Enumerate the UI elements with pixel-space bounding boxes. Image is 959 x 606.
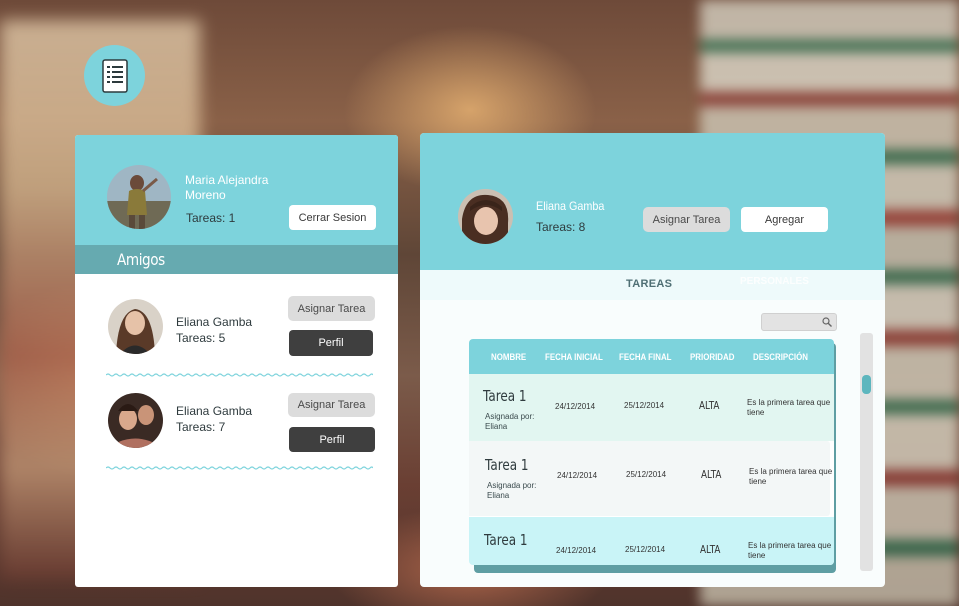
- column-header[interactable]: DESCRIPCIÓN: [753, 352, 808, 362]
- scrollbar-thumb[interactable]: [862, 375, 871, 394]
- table-row[interactable]: Tarea 1 Asignada por: Eliana 24/12/2014 …: [469, 441, 834, 516]
- divider: [106, 466, 373, 470]
- column-header[interactable]: FECHA INICIAL: [545, 352, 603, 362]
- user-panel: Maria Alejandra Moreno Tareas: 1 Cerrar …: [75, 135, 398, 587]
- friends-header: Amigos: [75, 245, 398, 274]
- tabs: TAREAS PERSONALES: [420, 270, 885, 300]
- user-header: Maria Alejandra Moreno Tareas: 1 Cerrar …: [75, 135, 398, 247]
- task-description: Es la primera tarea que tiene: [748, 541, 832, 560]
- divider: [106, 373, 373, 377]
- column-header[interactable]: NOMBRE: [491, 352, 526, 362]
- task-assigned-by: Asignada por: Eliana: [487, 481, 537, 500]
- column-header[interactable]: FECHA FINAL: [619, 352, 672, 362]
- document-list-icon: [101, 58, 128, 93]
- friend-name: Eliana Gamba: [176, 404, 253, 418]
- tasks-panel: Eliana Gamba Tareas: 8 Asignar Tarea Agr…: [420, 133, 885, 587]
- user-task-count: Tareas: 1: [186, 211, 236, 225]
- task-end-date: 25/12/2014: [624, 401, 665, 410]
- assign-task-button[interactable]: Asignar Tarea: [643, 207, 730, 232]
- task-description: Es la primera tarea que tiene: [747, 398, 831, 417]
- task-assigned-by: Asignada por: Eliana: [485, 412, 535, 431]
- friend-name: Eliana Gamba: [176, 315, 253, 329]
- selected-friend-name: Eliana Gamba: [536, 199, 605, 213]
- task-start-date: 24/12/2014: [557, 471, 598, 480]
- logout-button[interactable]: Cerrar Sesion: [289, 205, 376, 230]
- selected-friend-header: Eliana Gamba Tareas: 8 Asignar Tarea Agr…: [420, 133, 885, 270]
- selected-friend-task-count: Tareas: 8: [536, 220, 586, 234]
- tasks-table: NOMBRE FECHA INICIAL FECHA FINAL PRIORID…: [469, 339, 834, 565]
- column-header[interactable]: PRIORIDAD: [690, 352, 734, 362]
- friend-task-count: Tareas: 7: [176, 420, 226, 434]
- task-priority: ALTA: [699, 399, 720, 412]
- task-name: Tarea 1: [485, 456, 529, 474]
- task-name: Tarea 1: [484, 531, 528, 549]
- task-start-date: 24/12/2014: [556, 546, 597, 555]
- table-row[interactable]: Tarea 1 24/12/2014 25/12/2014 ALTA Es la…: [469, 517, 834, 565]
- task-priority: ALTA: [700, 543, 721, 556]
- task-end-date: 25/12/2014: [626, 470, 667, 479]
- task-name: Tarea 1: [483, 387, 527, 405]
- scrollbar[interactable]: [860, 333, 873, 571]
- friends-title: Amigos: [117, 250, 165, 269]
- friend-avatar: [108, 393, 163, 448]
- task-description: Es la primera tarea que tiene: [749, 467, 833, 486]
- task-start-date: 24/12/2014: [555, 402, 596, 411]
- profile-button[interactable]: Perfil: [289, 427, 375, 452]
- table-row[interactable]: Tarea 1 Asignada por: Eliana 24/12/2014 …: [469, 374, 834, 441]
- tab-personales[interactable]: PERSONALES: [740, 276, 809, 287]
- profile-button[interactable]: Perfil: [289, 330, 373, 356]
- task-end-date: 25/12/2014: [625, 545, 666, 554]
- add-button[interactable]: Agregar: [741, 207, 828, 232]
- task-priority: ALTA: [701, 468, 722, 481]
- friend-task-count: Tareas: 5: [176, 331, 226, 345]
- table-header: NOMBRE FECHA INICIAL FECHA FINAL PRIORID…: [469, 339, 834, 374]
- user-avatar: [107, 165, 171, 229]
- selected-friend-avatar: [458, 189, 513, 244]
- assign-task-button[interactable]: Asignar Tarea: [288, 393, 375, 417]
- app-logo[interactable]: [84, 45, 145, 106]
- user-name: Maria Alejandra Moreno: [185, 173, 269, 202]
- friend-avatar: [108, 299, 163, 354]
- search-input[interactable]: [761, 313, 837, 331]
- search-icon[interactable]: [819, 315, 835, 329]
- assign-task-button[interactable]: Asignar Tarea: [288, 296, 375, 321]
- tab-tareas[interactable]: TAREAS: [626, 278, 672, 290]
